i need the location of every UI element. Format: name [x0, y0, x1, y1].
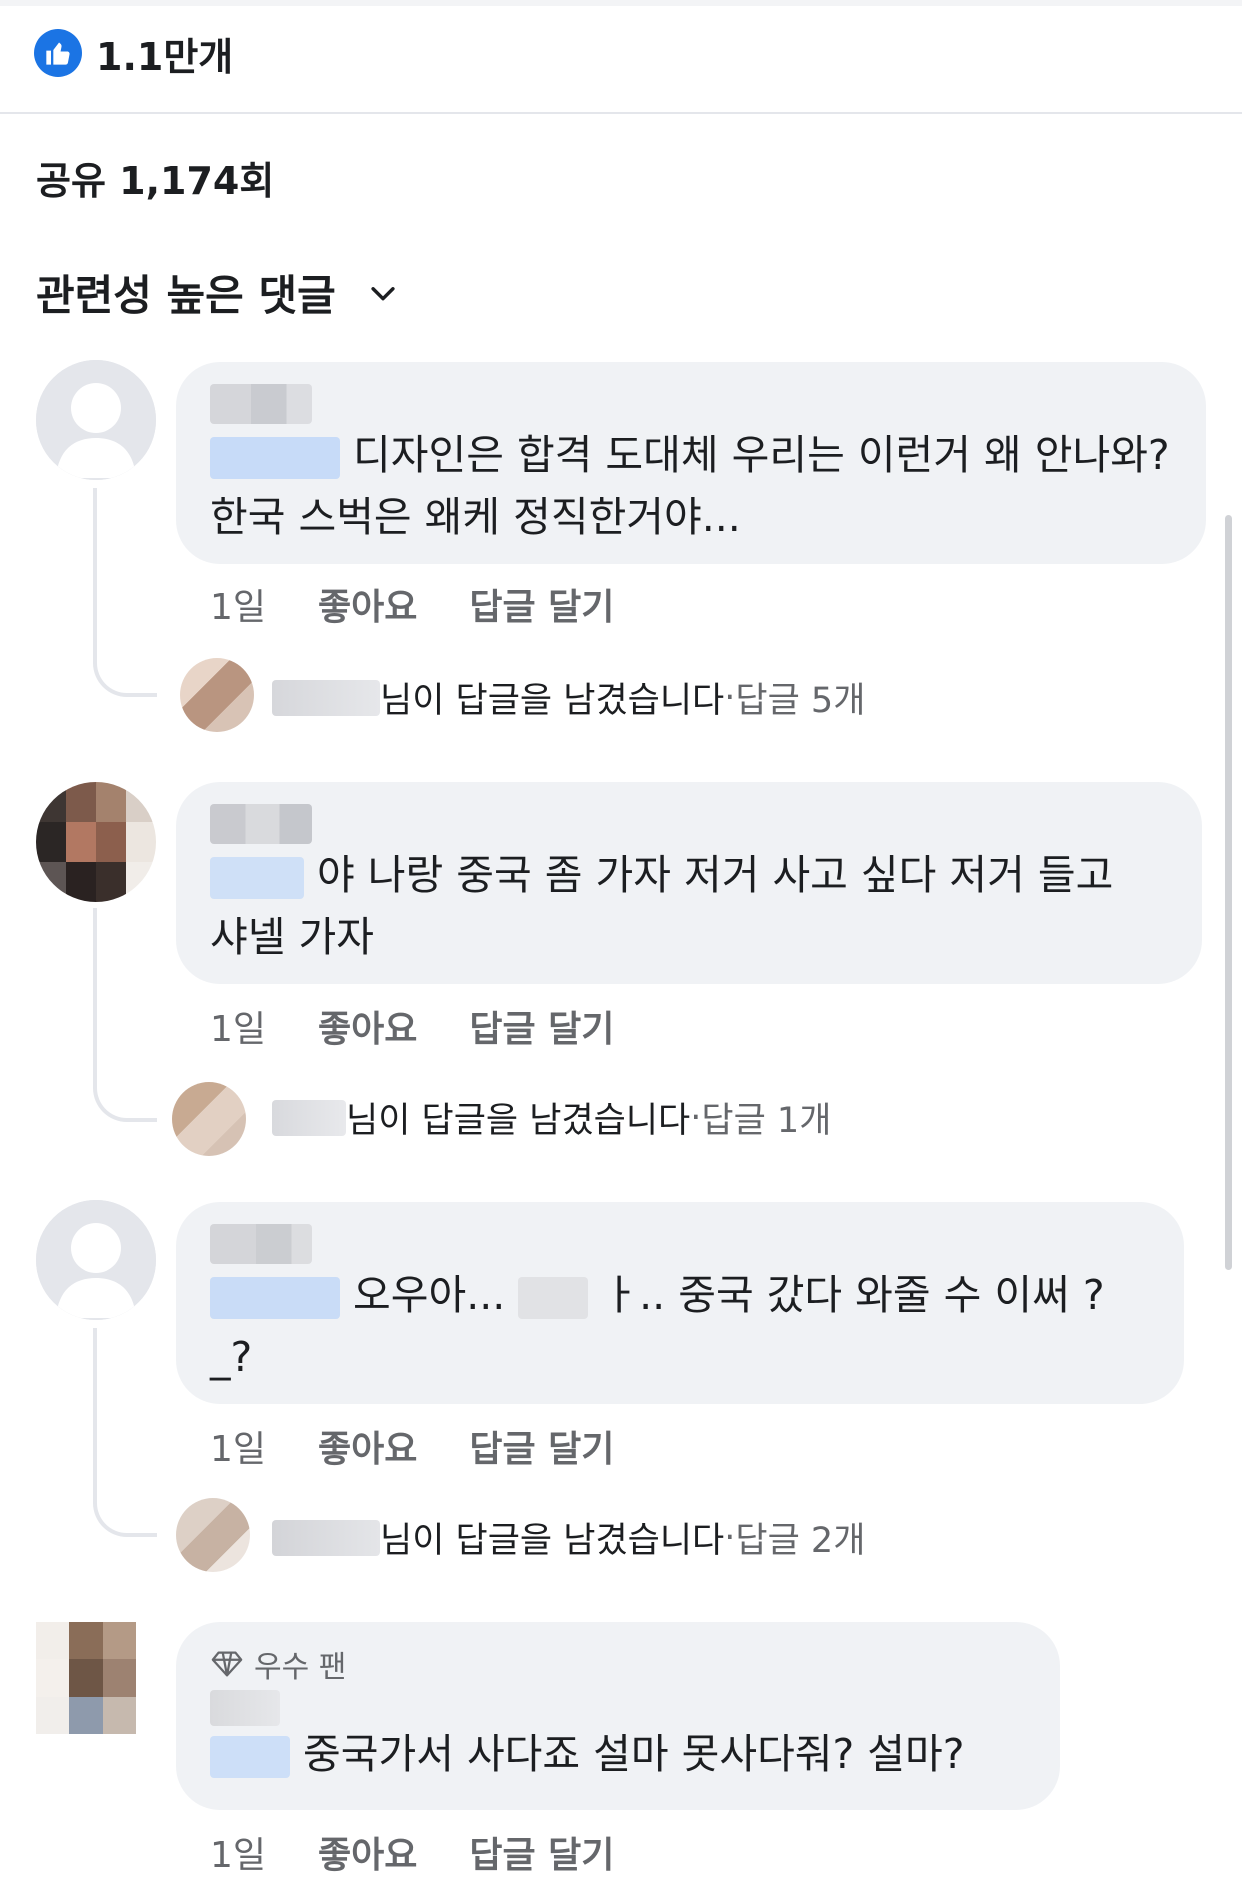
sort-label: 관련성 높은 댓글: [36, 271, 336, 320]
reply-button[interactable]: 답글 달기: [469, 1826, 614, 1878]
blurred-tagged-name[interactable]: [210, 1736, 290, 1778]
blurred-author-name[interactable]: [210, 804, 312, 844]
avatar[interactable]: [36, 1622, 136, 1734]
diamond-icon: [211, 1651, 243, 1677]
avatar[interactable]: [36, 1200, 156, 1320]
comment-actions: 1일 좋아요 답글 달기: [210, 578, 666, 630]
comment-bubble[interactable]: 오우아... ㅏ.. 중국 갔다 와줄 수 이써 ? _?: [176, 1202, 1184, 1404]
chevron-down-icon: [371, 286, 395, 300]
comment-bubble[interactable]: 우수 팬 중국가서 사다죠 설마 못사다줘? 설마?: [176, 1622, 1060, 1810]
like-button[interactable]: 좋아요: [318, 1420, 417, 1472]
reply-thread-line: [93, 1328, 157, 1537]
like-button[interactable]: 좋아요: [318, 1826, 417, 1878]
blurred-tagged-name[interactable]: [210, 437, 340, 479]
reply-avatar[interactable]: [180, 658, 254, 732]
default-profile-icon: [36, 360, 156, 480]
blurred-tagged-name[interactable]: [210, 1277, 340, 1319]
reply-thread-line: [93, 908, 157, 1122]
share-count[interactable]: 공유 1,174회: [36, 150, 274, 205]
reaction-summary[interactable]: 1.1만개: [34, 26, 233, 80]
blurred-tagged-name[interactable]: [518, 1277, 589, 1319]
comment-time[interactable]: 1일: [210, 1826, 266, 1878]
view-replies-link[interactable]: 님이 답글을 남겼습니다 · 답글 5개: [272, 672, 865, 723]
comment-actions: 1일 좋아요 답글 달기: [210, 1420, 666, 1472]
reply-thread-line: [93, 488, 157, 697]
blurred-reply-author: [272, 1099, 346, 1136]
blurred-author-name[interactable]: [210, 1224, 312, 1264]
pixelated-profile-photo: [36, 782, 156, 902]
view-replies-link[interactable]: 님이 답글을 남겼습니다 · 답글 2개: [272, 1512, 865, 1563]
top-fan-badge: 우수 팬: [210, 1642, 1026, 1686]
comment-actions: 1일 좋아요 답글 달기: [210, 1000, 666, 1052]
comment-sort-dropdown[interactable]: 관련성 높은 댓글: [36, 262, 400, 323]
comment-text: 중국가서 사다죠 설마 못사다줘? 설마?: [210, 1726, 1026, 1782]
avatar[interactable]: [36, 360, 156, 480]
reply-button[interactable]: 답글 달기: [469, 1420, 614, 1472]
reaction-count: 1.1만개: [96, 34, 234, 79]
reply-avatar[interactable]: [172, 1082, 246, 1156]
blurred-tagged-name[interactable]: [210, 857, 304, 899]
reply-avatar[interactable]: [176, 1498, 250, 1572]
top-edge: [0, 0, 1242, 6]
comment-text: 야 나랑 중국 좀 가자 저거 사고 싶다 저거 들고 샤넬 가자: [210, 851, 1114, 961]
avatar[interactable]: [36, 782, 156, 902]
view-replies-link[interactable]: 님이 답글을 남겼습니다 · 답글 1개: [272, 1092, 831, 1143]
scrollbar[interactable]: [1225, 515, 1232, 1270]
divider: [0, 112, 1242, 114]
default-profile-icon: [36, 1200, 156, 1320]
comment-bubble[interactable]: 야 나랑 중국 좀 가자 저거 사고 싶다 저거 들고 샤넬 가자: [176, 782, 1202, 984]
like-button[interactable]: 좋아요: [318, 1000, 417, 1052]
like-button[interactable]: 좋아요: [318, 578, 417, 630]
blurred-author-name[interactable]: [210, 1690, 280, 1726]
pixelated-profile-photo: [36, 1622, 136, 1734]
reply-button[interactable]: 답글 달기: [469, 1000, 614, 1052]
reply-button[interactable]: 답글 달기: [469, 578, 614, 630]
thumbs-up-icon: [34, 29, 82, 77]
comment-time[interactable]: 1일: [210, 1000, 266, 1052]
comment-actions: 1일 좋아요 답글 달기: [210, 1826, 666, 1878]
comment-text: 디자인은 합격 도대체 우리는 이런거 왜 안나와? 한국 스벅은 왜케 정직한…: [210, 431, 1170, 541]
comment-time[interactable]: 1일: [210, 1420, 266, 1472]
blurred-reply-author: [272, 679, 380, 716]
comment-text: 오우아... ㅏ.. 중국 갔다 와줄 수 이써 ? _?: [210, 1271, 1105, 1381]
comment-time[interactable]: 1일: [210, 578, 266, 630]
blurred-reply-author: [272, 1519, 380, 1556]
comment-bubble[interactable]: 디자인은 합격 도대체 우리는 이런거 왜 안나와? 한국 스벅은 왜케 정직한…: [176, 362, 1206, 564]
blurred-author-name[interactable]: [210, 384, 312, 424]
